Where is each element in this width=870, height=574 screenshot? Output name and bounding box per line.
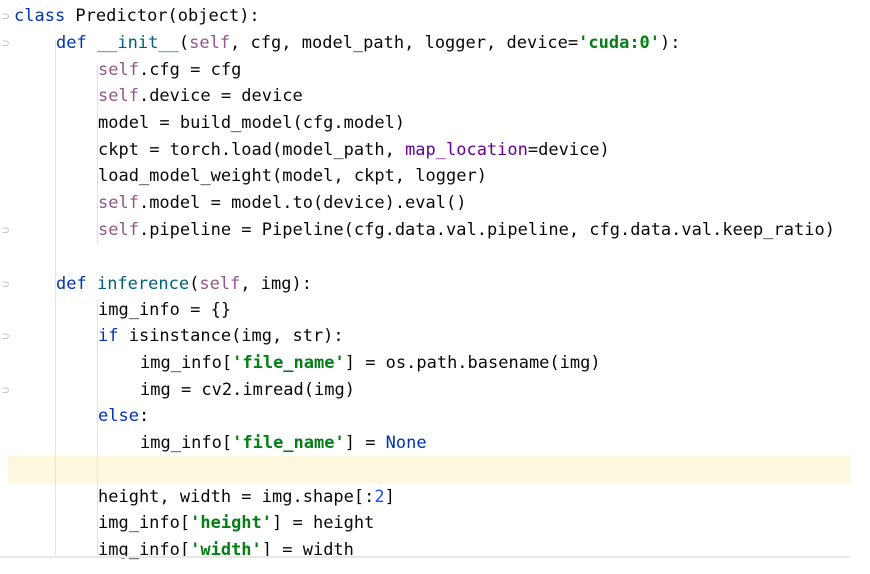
code-token: , [281, 33, 302, 53]
fold-marker-icon[interactable]: ⊃ [2, 30, 9, 56]
code-token: def [56, 33, 97, 53]
code-token: 'height' [190, 513, 273, 533]
fold-marker-icon[interactable]: ⊃ [2, 217, 9, 243]
code-token: img_info[ [140, 433, 233, 453]
code-token: model = build_model(cfg.model) [98, 113, 406, 133]
fold-marker-icon[interactable]: ⊃ [2, 323, 9, 349]
code-token: ] [384, 487, 395, 507]
code-token: inference [96, 274, 190, 294]
code-token: ( [189, 274, 200, 294]
indent-guide [97, 430, 98, 456]
indent-guide [97, 350, 98, 402]
code-token: 2 [374, 487, 385, 507]
code-line-19[interactable]: height, width = img.shape[:2] [98, 484, 395, 510]
code-token: device= [506, 33, 579, 53]
code-token: ] = height [272, 513, 375, 533]
code-line-21[interactable]: img_info['width'] = width [98, 537, 354, 563]
code-token: , [486, 33, 507, 53]
code-token: ] = [344, 433, 386, 453]
code-token: .cfg = cfg [138, 60, 242, 80]
fold-marker-icon[interactable]: ⊃ [2, 271, 9, 297]
code-token: ( [178, 33, 190, 53]
code-token: self [199, 274, 241, 294]
horizontal-scrollbar[interactable] [0, 556, 850, 558]
code-token: .model = model.to(device).eval() [138, 193, 467, 213]
code-token: self [98, 86, 139, 106]
code-token: load_model_weight(model, ckpt, logger) [98, 166, 487, 186]
code-token: __init__ [96, 33, 179, 53]
code-token: map_location [405, 140, 528, 160]
code-token: self [98, 220, 139, 240]
code-line-17[interactable]: img_info['file_name'] = None [140, 430, 427, 456]
code-token: : [138, 406, 150, 426]
code-line-12[interactable]: img_info = {} [98, 297, 231, 323]
code-line-8[interactable]: self.model = model.to(device).eval() [98, 190, 466, 216]
code-token: self [98, 60, 139, 80]
code-token: else [98, 406, 139, 426]
code-token: ckpt [98, 140, 139, 160]
code-line-6[interactable]: ckpt = torch.load(model_path, map_locati… [98, 137, 610, 163]
code-token: img_info[ [98, 513, 191, 533]
code-line-2[interactable]: def __init__(self, cfg, model_path, logg… [56, 30, 681, 56]
code-token: ] = os.path.basename(img) [344, 353, 601, 373]
indent-guide [55, 40, 56, 555]
code-token: img_info = {} [98, 300, 232, 320]
code-line-13[interactable]: if isinstance(img, str): [98, 323, 344, 349]
code-token: .pipeline = Pipeline(cfg.data.val.pipeli… [138, 220, 835, 240]
code-token: cfg [250, 33, 282, 53]
code-token: self [98, 193, 139, 213]
code-token: =device) [527, 140, 610, 160]
code-line-11[interactable]: def inference(self, img): [56, 271, 312, 297]
code-token: img = cv2.imread(img) [140, 380, 355, 400]
code-token: , [230, 33, 251, 53]
code-token: self [189, 33, 231, 53]
code-line-16[interactable]: else: [98, 403, 149, 429]
code-token: (object): [167, 6, 260, 26]
code-token: img_info[ [140, 353, 233, 373]
code-line-5[interactable]: model = build_model(cfg.model) [98, 110, 405, 136]
code-line-4[interactable]: self.device = device [98, 83, 303, 109]
fold-marker-icon[interactable]: ⊃ [2, 3, 9, 29]
code-token: def [56, 274, 97, 294]
code-line-1[interactable]: class Predictor(object): [14, 3, 260, 29]
code-token: None [385, 433, 427, 453]
code-token: model_path [301, 33, 405, 53]
code-line-7[interactable]: load_model_weight(model, ckpt, logger) [98, 163, 487, 189]
fold-marker-icon[interactable]: ⊃ [2, 377, 9, 403]
code-token: 'file_name' [232, 433, 345, 453]
code-token: if [98, 326, 129, 346]
code-token: 'file_name' [232, 353, 345, 373]
code-token: ): [660, 33, 681, 53]
code-editor[interactable]: ⊃ ⊃ ⊃ ⊃ ⊃ ⊃ class Predictor(object): def… [0, 0, 870, 574]
code-line-20[interactable]: img_info['height'] = height [98, 510, 374, 536]
code-token: 'cuda:0' [578, 33, 661, 53]
code-token: , [404, 33, 425, 53]
code-token: , img): [240, 274, 312, 294]
code-line-14[interactable]: img_info['file_name'] = os.path.basename… [140, 350, 601, 376]
code-line-9[interactable]: self.pipeline = Pipeline(cfg.data.val.pi… [98, 217, 835, 243]
code-token: isinstance(img, str): [128, 326, 344, 346]
code-token: logger [424, 33, 486, 53]
code-token: .device = device [138, 86, 303, 106]
code-token: height, width = img.shape[: [98, 487, 375, 507]
code-line-3[interactable]: self.cfg = cfg [98, 57, 241, 83]
code-token: = torch.load(model_path, [138, 140, 406, 160]
code-line-15[interactable]: img = cv2.imread(img) [140, 377, 355, 403]
code-token: class [14, 6, 76, 26]
code-token: Predictor [75, 6, 168, 26]
current-line-highlight [8, 456, 850, 483]
